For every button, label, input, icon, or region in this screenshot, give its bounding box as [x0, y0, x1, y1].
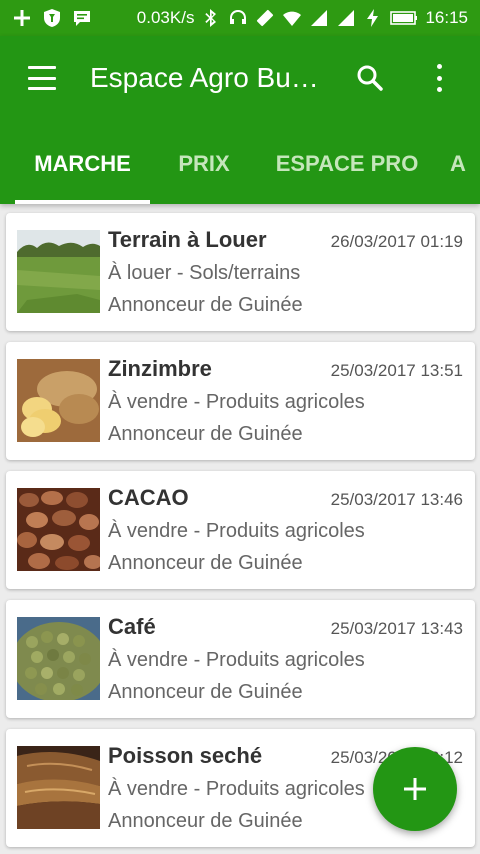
- status-bar-notifications: [12, 8, 92, 28]
- tab-espace-pro[interactable]: ESPACE PRO: [262, 124, 432, 204]
- app-bar: Espace Agro Bu… MARCHE PRIX ESPACE PRO A: [0, 36, 480, 204]
- listing-card[interactable]: Terrain à Louer 26/03/2017 01:19 À louer…: [6, 213, 475, 331]
- tab-prix[interactable]: PRIX: [160, 124, 248, 204]
- listing-category: À vendre - Produits agricoles: [108, 520, 365, 542]
- vibrate-icon: [255, 8, 275, 28]
- listing-seller: Annonceur de Guinée: [108, 552, 303, 574]
- cocoa-beans-photo: [17, 488, 100, 571]
- app-title: Espace Agro Bu…: [90, 62, 319, 93]
- tab-bar: MARCHE PRIX ESPACE PRO A: [0, 124, 480, 204]
- listing-date: 25/03/2017 13:51: [330, 361, 463, 380]
- listing-seller: Annonceur de Guinée: [108, 681, 303, 703]
- listing-card[interactable]: Zinzimbre 25/03/2017 13:51 À vendre - Pr…: [6, 342, 475, 460]
- tab-partial[interactable]: A: [450, 124, 480, 204]
- listing-seller: Annonceur de Guinée: [108, 294, 303, 316]
- status-bar: 0.03K/s 16:15: [0, 0, 480, 36]
- listing-date: 25/03/2017 13:43: [330, 619, 463, 638]
- listing-date: 25/03/2017 13:46: [330, 490, 463, 509]
- shield-icon: [42, 8, 62, 28]
- listing-category: À vendre - Produits agricoles: [108, 649, 365, 671]
- more-options-icon[interactable]: [430, 64, 448, 92]
- plus-icon: [12, 8, 32, 28]
- charging-icon: [363, 8, 383, 28]
- active-tab-indicator: [15, 200, 150, 204]
- add-listing-button[interactable]: [373, 747, 457, 831]
- listing-title: Café: [108, 614, 156, 639]
- listing-title: CACAO: [108, 485, 189, 510]
- bluetooth-icon: [201, 8, 221, 28]
- listing-card[interactable]: CACAO 25/03/2017 13:46 À vendre - Produi…: [6, 471, 475, 589]
- toolbar: Espace Agro Bu…: [0, 36, 480, 124]
- listing-title: Poisson seché: [108, 743, 263, 768]
- clock: 16:15: [425, 8, 468, 27]
- signal-icon: [309, 8, 329, 28]
- listing-category: À vendre - Produits agricoles: [108, 778, 365, 800]
- listing-category: À vendre - Produits agricoles: [108, 391, 365, 413]
- signal-icon: [336, 8, 356, 28]
- listing-seller: Annonceur de Guinée: [108, 423, 303, 445]
- coffee-beans-photo: [17, 617, 100, 700]
- status-bar-system: 0.03K/s 16:15: [137, 8, 468, 28]
- ginger-photo: [17, 359, 100, 442]
- tab-marche[interactable]: MARCHE: [15, 124, 150, 204]
- network-speed: 0.03K/s: [136, 8, 195, 27]
- field-photo: [17, 230, 100, 313]
- listing-seller: Annonceur de Guinée: [108, 810, 303, 832]
- headphones-icon: [228, 8, 248, 28]
- dried-fish-photo: [17, 746, 100, 829]
- listing-title: Terrain à Louer: [108, 227, 267, 252]
- plus-icon: [404, 778, 426, 800]
- message-icon: [72, 8, 92, 28]
- menu-icon[interactable]: [28, 66, 56, 90]
- wifi-icon: [282, 8, 302, 28]
- listing-category: À louer - Sols/terrains: [108, 262, 301, 284]
- listing-title: Zinzimbre: [108, 356, 212, 381]
- battery-icon: [390, 8, 418, 28]
- search-icon[interactable]: [356, 64, 384, 92]
- listing-card[interactable]: Café 25/03/2017 13:43 À vendre - Produit…: [6, 600, 475, 718]
- listing-date: 26/03/2017 01:19: [330, 232, 463, 251]
